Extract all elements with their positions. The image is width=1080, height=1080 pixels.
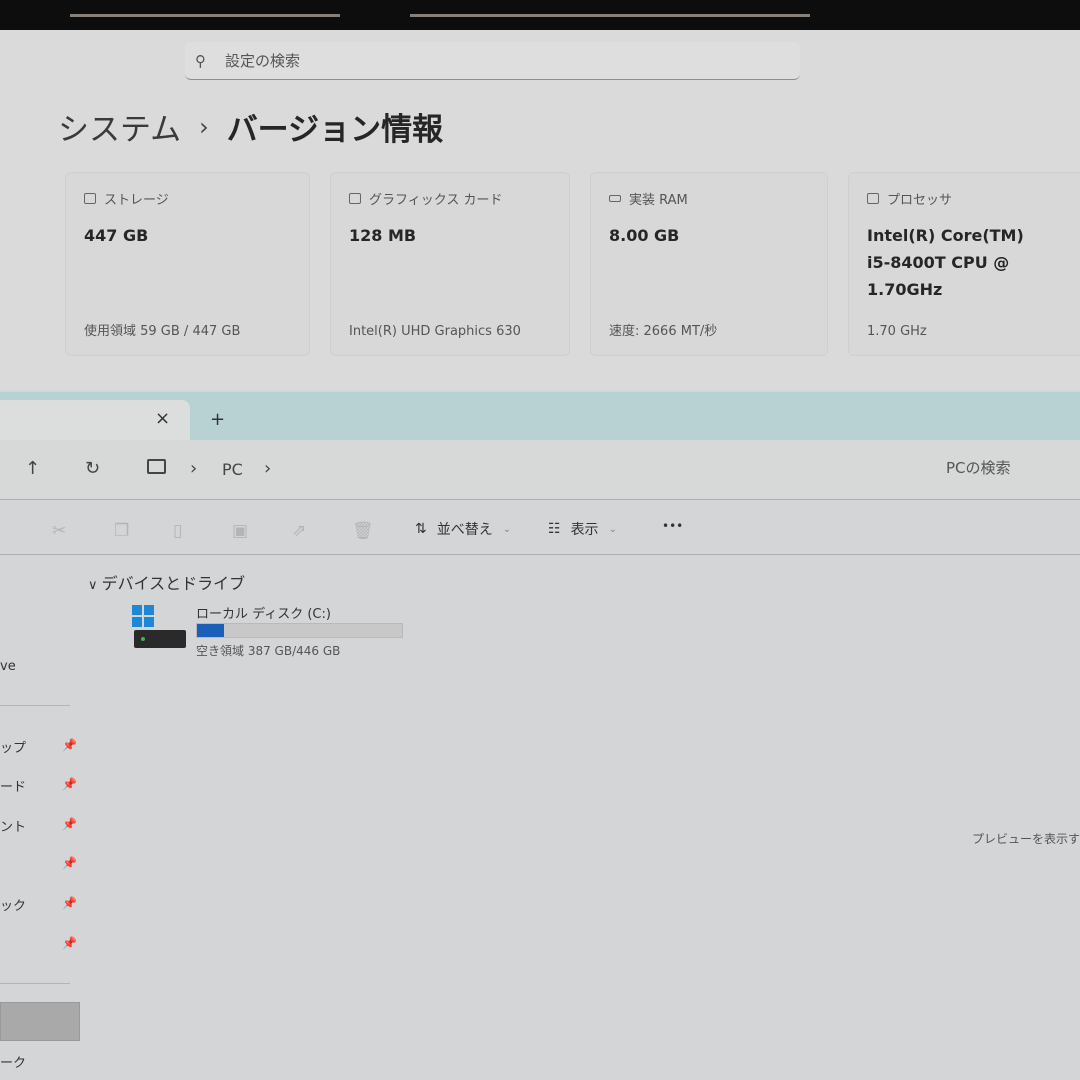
chevron-right-icon[interactable]: › [264,458,271,479]
chevron-right-icon[interactable]: › [190,458,197,479]
card-value: Intel(R) Core(TM) i5-8400T CPU @ 1.70GHz [867,222,1027,303]
card-detail: Intel(R) UHD Graphics 630 [349,324,521,339]
pin-icon: 📌 [62,817,77,831]
card-label: プロセッサ [887,189,952,208]
card-value: 128 MB [349,222,551,249]
sort-icon: ⇅ [415,521,427,537]
section-title: デバイスとドライブ [102,574,246,593]
card-label: グラフィックス カード [369,189,502,208]
refresh-button[interactable]: ↻ [85,458,100,479]
processor-icon [867,193,879,204]
pin-icon: 📌 [62,856,77,870]
sidebar-divider [0,705,70,706]
address-bar: ↑ ↻ › PC › [0,440,1080,500]
sort-button[interactable]: ⇅ 並べ替え ⌄ [415,519,511,539]
share-icon[interactable]: ⇗ [292,521,306,541]
pc-search-input[interactable]: PCの検索 [930,447,1080,487]
drive-usage-bar [196,623,403,638]
delete-icon[interactable]: 🗑 [352,521,374,541]
windows-logo-icon [132,605,154,627]
breadcrumb-separator: › [199,113,209,141]
chevron-down-icon: ⌄ [609,524,617,535]
pin-icon: 📌 [62,777,77,791]
chevron-down-icon: ∨ [88,578,102,593]
preview-pane-hint: プレビューを表示する [972,830,1080,847]
chevron-down-icon: ⌄ [503,524,511,535]
page-title: バージョン情報 [227,104,443,149]
drive-usage-fill [197,624,224,637]
graphics-card: グラフィックス カード 128 MB Intel(R) UHD Graphics… [330,172,570,356]
ram-card: 実装 RAM 8.00 GB 速度: 2666 MT/秒 [590,172,828,356]
search-placeholder: 設定の検索 [225,50,300,71]
breadcrumb: システム › バージョン情報 [58,104,443,149]
new-tab-button[interactable]: + [210,409,225,430]
sidebar-item-downloads[interactable]: ード [0,776,26,795]
card-detail: 速度: 2666 MT/秒 [609,320,717,339]
sidebar-item-this-pc-selected[interactable] [0,1002,80,1041]
card-value: 8.00 GB [609,222,809,249]
command-bar: ✂ ❐ ▯ ▣ ⇗ 🗑 ⇅ 並べ替え ⌄ ☷ 表示 ⌄ ••• [0,505,1080,555]
explorer-tab[interactable]: × [0,400,190,440]
rename-icon[interactable]: ▣ [232,521,248,541]
sidebar-item-onedrive[interactable]: ve [0,659,16,674]
storage-card: ストレージ 447 GB 使用領域 59 GB / 447 GB [65,172,310,356]
sidebar-item-network[interactable]: ーク [0,1052,26,1071]
card-value: 447 GB [84,222,291,249]
paste-icon[interactable]: ▯ [173,521,182,541]
more-button[interactable]: ••• [662,519,683,533]
drive-free-space: 空き領域 387 GB/446 GB [196,642,340,659]
monitor-icon [147,459,166,474]
card-detail: 1.70 GHz [867,324,927,339]
devices-section-header[interactable]: ∨ デバイスとドライブ [88,570,245,594]
view-button[interactable]: ☷ 表示 ⌄ [548,519,617,539]
sidebar-item-music[interactable]: ック [0,895,26,914]
sidebar-divider [0,983,70,984]
pin-icon: 📌 [62,738,77,752]
sort-label: 並べ替え [437,519,493,539]
drive-icon[interactable] [134,630,186,648]
copy-icon[interactable]: ❐ [114,521,129,541]
view-label: 表示 [571,519,599,539]
sidebar-item-documents[interactable]: ント [0,816,26,835]
close-tab-icon[interactable]: × [155,408,170,429]
processor-card: プロセッサ Intel(R) Core(TM) i5-8400T CPU @ 1… [848,172,1080,356]
search-icon: ⚲ [195,52,217,70]
drive-name[interactable]: ローカル ディスク (C:) [196,603,331,622]
sidebar-item-desktop[interactable]: ップ [0,737,26,756]
card-detail: 使用領域 59 GB / 447 GB [84,320,240,339]
address-pc[interactable]: PC [222,460,243,479]
cut-icon[interactable]: ✂ [52,521,66,541]
monitor-bezel [0,0,1080,30]
card-label: 実装 RAM [629,189,688,208]
pin-icon: 📌 [62,936,77,950]
ram-icon [609,195,621,202]
pin-icon: 📌 [62,896,77,910]
storage-icon [84,193,96,204]
view-icon: ☷ [548,521,561,537]
up-button[interactable]: ↑ [25,458,40,479]
breadcrumb-system[interactable]: システム [58,104,181,149]
card-label: ストレージ [104,189,169,208]
settings-search-input[interactable]: ⚲ 設定の検索 [185,42,800,80]
graphics-card-icon [349,193,361,204]
